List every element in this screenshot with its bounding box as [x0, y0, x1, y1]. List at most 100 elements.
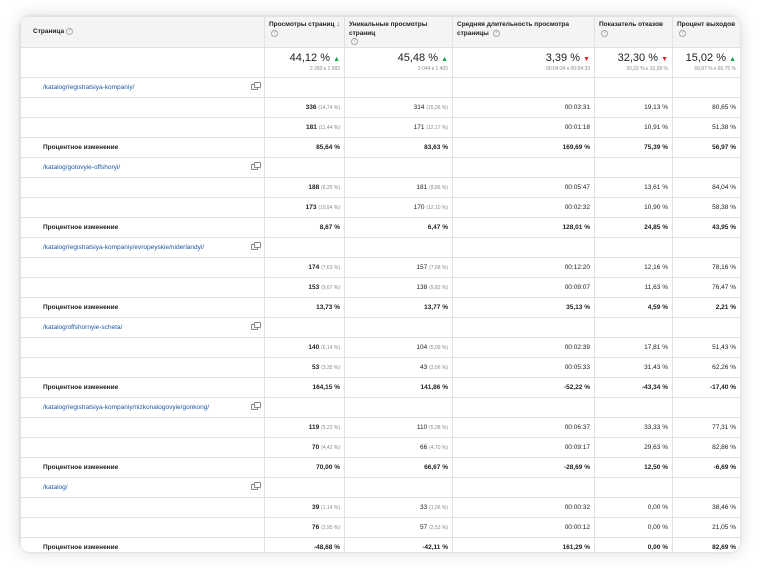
total-value: 44,12 % [289, 51, 330, 64]
page-url-text[interactable]: /katalog/gotovyie-offshoryi/ [43, 164, 120, 171]
pageviews-cell: 336 (14,74 %) [264, 96, 345, 118]
period-data-row: 53 (3,35 %) 43 (3,06 %) 00:05:33 31,43 % 62,… [20, 356, 740, 378]
change-bounce: 75,39 % [594, 136, 673, 158]
open-link-icon[interactable] [251, 161, 261, 170]
pageviews-share: (10,94 %) [318, 204, 340, 211]
empty-cell [672, 156, 740, 178]
pageviews-cell: 39 (1,14 %) [264, 496, 345, 518]
pageviews-cell: 181 (11,44 %) [264, 116, 345, 138]
page-url-link[interactable]: /katalog/gotovyie-offshoryi/ [20, 156, 265, 178]
pageviews-share: (11,44 %) [318, 124, 340, 131]
avg-time-cell: 00:03:31 [452, 96, 595, 118]
pageviews-cell: 188 (8,25 %) [264, 176, 345, 198]
unique-value: 66 [420, 443, 428, 451]
empty-cell [344, 236, 453, 258]
change-avg-time: -52,22 % [452, 376, 595, 398]
totals-row: 44,12 % ▲ 2 280 к 1 582 45,48 % ▲ 2 044 к … [20, 46, 740, 78]
pageviews-value: 153 [308, 283, 320, 291]
help-icon[interactable]: ? [66, 27, 74, 35]
empty-cell [452, 316, 595, 338]
period-label-cell [20, 416, 265, 438]
unique-share: (3,06 %) [429, 364, 448, 371]
unique-cell: 66 (4,70 %) [344, 436, 453, 458]
header-avg-time[interactable]: Средняя длительность просмотра страницы … [452, 16, 595, 48]
total-unique: 45,48 % ▲ 2 044 к 1 405 [344, 46, 453, 78]
page-url-row: /katalog/registratsiya-kompaniy/nizkonal… [20, 396, 740, 418]
page-url-text[interactable]: /katalog/ [43, 484, 68, 491]
page-url-text[interactable]: /katalog/offshornyie-scheta/ [43, 324, 122, 331]
page-url-text[interactable]: /katalog/registratsiya-kompaniy/evropeys… [43, 244, 204, 251]
bounce-cell: 19,13 % [594, 96, 673, 118]
help-icon[interactable]: ? [492, 29, 500, 37]
empty-cell [452, 476, 595, 498]
pageviews-value: 188 [308, 183, 320, 191]
page-url-link[interactable]: /katalog/offshornyie-scheta/ [20, 316, 265, 338]
change-unique: -42,11 % [344, 536, 453, 552]
pageviews-cell: 76 (2,95 %) [264, 516, 345, 538]
period-label-cell [20, 516, 265, 538]
change-pageviews: 13,73 % [264, 296, 345, 318]
total-compare: 20,22 % к 15,28 % [626, 65, 668, 72]
open-link-icon[interactable] [251, 321, 261, 330]
change-avg-time: 169,69 % [452, 136, 595, 158]
open-link-icon[interactable] [251, 241, 261, 250]
page-url-link[interactable]: /katalog/registratsiya-kompaniy/nizkonal… [20, 396, 265, 418]
total-value: 15,02 % [685, 51, 726, 64]
header-unique[interactable]: Уникальные просмотры страниц? [344, 16, 453, 48]
unique-share: (9,82 %) [429, 284, 448, 291]
avg-time-cell: 00:12:20 [452, 256, 595, 278]
empty-cell [452, 76, 595, 98]
period-label-cell [20, 176, 265, 198]
open-link-icon[interactable] [251, 481, 261, 490]
bounce-cell: 13,61 % [594, 176, 673, 198]
pageviews-cell: 140 (6,14 %) [264, 336, 345, 358]
percent-change-row: Процентное изменение 13,73 % 13,77 % 35,13 … [20, 296, 740, 318]
period-label-cell [20, 336, 265, 358]
pageviews-value: 53 [312, 363, 320, 371]
unique-value: 181 [416, 183, 428, 191]
pageviews-share: (8,25 %) [321, 184, 340, 191]
unique-value: 33 [420, 503, 428, 511]
total-compare: 2 044 к 1 405 [418, 65, 448, 72]
empty-cell [594, 76, 673, 98]
unique-share: (5,09 %) [429, 344, 448, 351]
unique-share: (7,68 %) [429, 264, 448, 271]
pageviews-cell: 70 (4,42 %) [264, 436, 345, 458]
period-label-cell [20, 196, 265, 218]
change-avg-time: 161,29 % [452, 536, 595, 552]
help-icon[interactable]: ? [351, 38, 358, 45]
change-exit: -6,69 % [672, 456, 740, 478]
page-url-link[interactable]: /katalog/registratsiya-kompaniy/ [20, 76, 265, 98]
header-exit[interactable]: Процент выходов? [672, 16, 740, 48]
open-link-icon[interactable] [251, 81, 261, 90]
percent-change-label: Процентное изменение [20, 136, 265, 158]
period-data-row: 181 (11,44 %) 171 (12,17 %) 00:01:18 10,91 … [20, 116, 740, 138]
bounce-cell: 29,63 % [594, 436, 673, 458]
empty-cell [672, 396, 740, 418]
period-data-row: 140 (6,14 %) 104 (5,09 %) 00:02:39 17,81 % 5… [20, 336, 740, 358]
header-page[interactable]: Страница? [20, 16, 265, 48]
pageviews-value: 181 [306, 123, 317, 131]
page-url-row: /katalog/registratsiya-kompaniy/evropeys… [20, 236, 740, 258]
header-pageviews[interactable]: ↓ Просмотры страниц? [264, 16, 345, 48]
exit-cell: 62,26 % [672, 356, 740, 378]
empty-cell [344, 76, 453, 98]
exit-cell: 58,38 % [672, 196, 740, 218]
empty-cell [264, 156, 345, 178]
help-icon[interactable]: ? [679, 29, 686, 37]
open-link-icon[interactable] [251, 401, 261, 410]
page-url-text[interactable]: /katalog/registratsiya-kompaniy/ [43, 84, 134, 91]
help-icon[interactable]: ? [601, 29, 608, 37]
header-bounce[interactable]: Показатель отказов? [594, 16, 673, 48]
bounce-cell: 0,00 % [594, 516, 673, 538]
page-url-link[interactable]: /katalog/ [20, 476, 265, 498]
help-icon[interactable]: ? [271, 29, 278, 37]
page-url-link[interactable]: /katalog/registratsiya-kompaniy/evropeys… [20, 236, 265, 258]
sort-desc-icon[interactable]: ↓ [337, 21, 341, 30]
page-url-row: /katalog/registratsiya-kompaniy/ [20, 76, 740, 98]
pageviews-cell: 53 (3,35 %) [264, 356, 345, 378]
change-avg-time: -28,69 % [452, 456, 595, 478]
page-url-text[interactable]: /katalog/registratsiya-kompaniy/nizkonal… [43, 404, 209, 411]
pageviews-share: (2,95 %) [321, 524, 340, 531]
bounce-cell: 10,90 % [594, 196, 673, 218]
